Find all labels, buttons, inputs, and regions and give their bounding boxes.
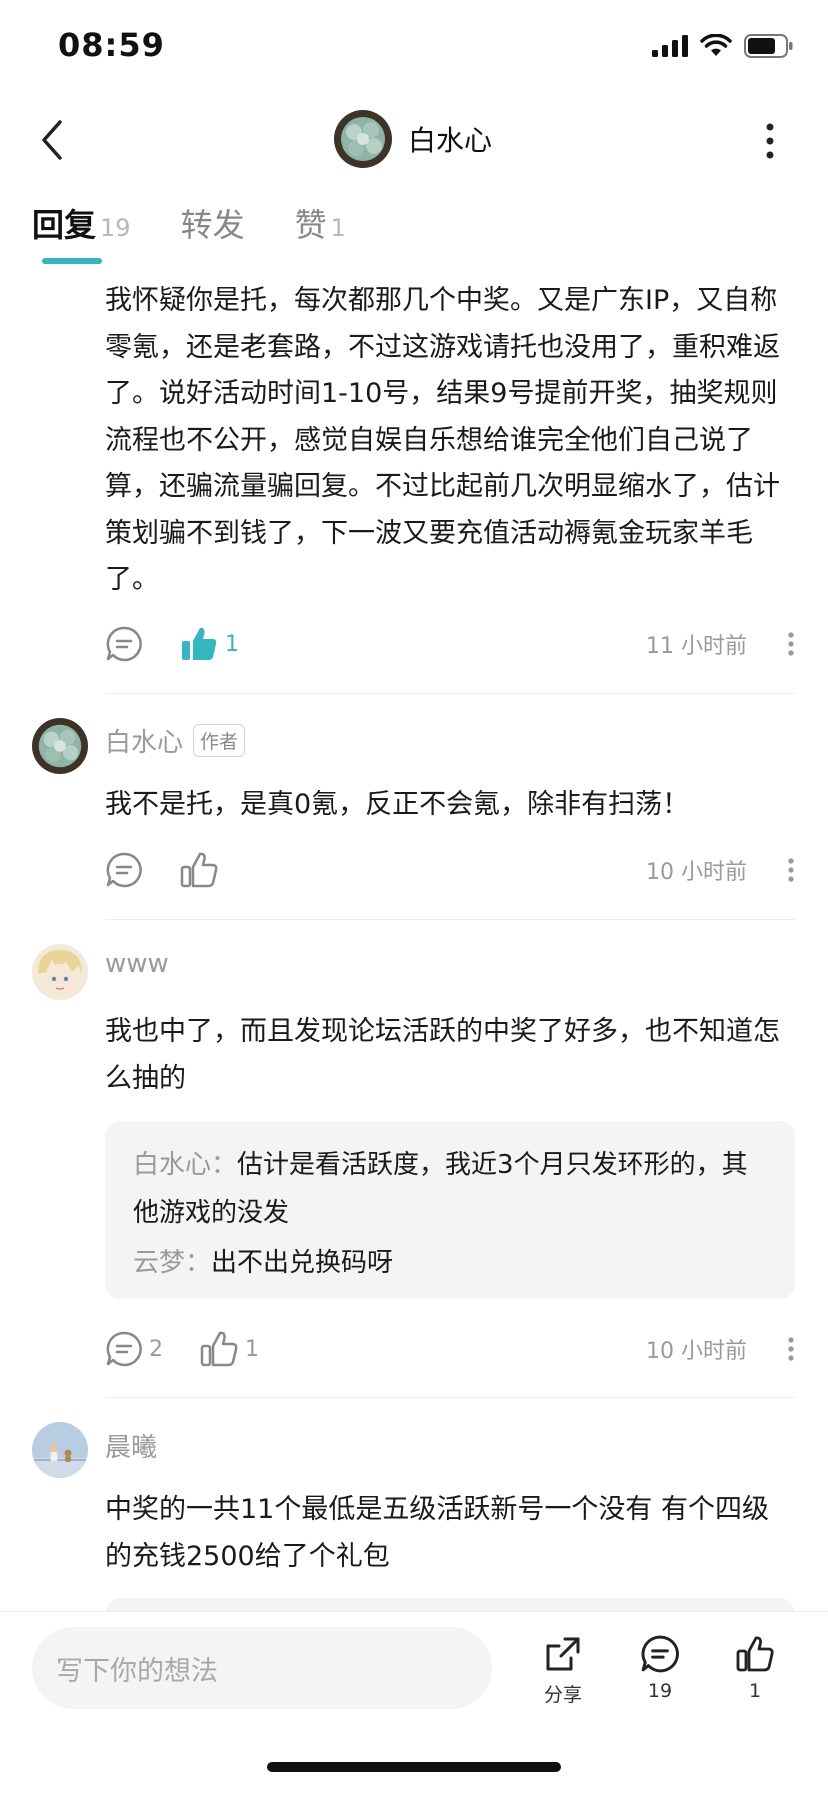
username[interactable]: 晨曦	[105, 1427, 157, 1464]
username[interactable]: 白水心	[105, 722, 183, 759]
reply-count: 2	[149, 1336, 163, 1362]
nested-reply[interactable]: 云梦：出不出兑换码呀	[133, 1239, 763, 1287]
header-author[interactable]: 白水心	[334, 110, 492, 168]
comment-time: 10 小时前	[646, 860, 747, 885]
battery-icon	[744, 34, 793, 58]
tab-likes[interactable]: 赞 1	[295, 200, 346, 246]
header-author-name: 白水心	[408, 124, 493, 157]
more-vertical-icon	[766, 123, 774, 159]
comment-text: 我怀疑你是托，每次都那几个中奖。又是广东IP，又自称零氪，还是老套路，不过这游戏…	[105, 285, 780, 595]
divider	[105, 693, 795, 694]
comment-input[interactable]: 写下你的想法	[32, 1627, 492, 1709]
like-count: 1	[748, 1680, 762, 1702]
share-icon	[546, 1637, 580, 1671]
username[interactable]: www	[105, 949, 169, 979]
thumbs-up-icon	[200, 1331, 238, 1367]
divider	[105, 919, 795, 920]
child-on-shore-avatar-image	[32, 1422, 88, 1478]
home-indicator	[267, 1762, 561, 1772]
comment-time: 10 小时前	[646, 1339, 747, 1364]
wifi-icon	[700, 34, 732, 56]
reply-text: 出不出兑换码呀	[211, 1248, 394, 1278]
like-button[interactable]: 1	[199, 1329, 259, 1369]
like-button[interactable]	[179, 850, 219, 890]
user-avatar[interactable]	[32, 944, 88, 1000]
author-badge: 作者	[193, 724, 246, 757]
comment-author: 晨曦	[105, 1427, 157, 1464]
comment-text: 我不是托，是真0氪，反正不会氪，除非有扫荡！	[105, 789, 690, 820]
comment-bubble-icon	[106, 852, 142, 888]
like-button[interactable]: 1	[179, 624, 239, 664]
like-count: 1	[245, 1336, 259, 1362]
reply-button[interactable]	[105, 625, 143, 663]
comment-time: 11 小时前	[646, 634, 747, 659]
tab-reposts-label: 转发	[180, 206, 245, 244]
more-vertical-icon[interactable]	[787, 1337, 795, 1361]
nested-reply[interactable]: 白水心：估计是看活跃度，我近3个月只发环形的，其他游戏的没发	[133, 1141, 763, 1237]
anime-character-avatar-image	[32, 944, 88, 1000]
tab-replies-count: 19	[100, 214, 131, 242]
more-options-button[interactable]	[764, 122, 776, 160]
status-time: 08:59	[58, 26, 165, 64]
thumbs-up-icon	[180, 852, 218, 888]
chevron-left-icon	[42, 120, 62, 160]
tab-replies-label: 回复	[32, 206, 97, 244]
share-label: 分享	[543, 1684, 582, 1706]
comment-author: www	[105, 949, 169, 979]
user-avatar[interactable]	[32, 1422, 88, 1478]
more-vertical-icon[interactable]	[787, 632, 795, 656]
tab-reposts[interactable]: 转发	[181, 200, 245, 246]
active-tab-indicator	[42, 258, 102, 264]
comment-count: 19	[647, 1680, 673, 1702]
reply-separator: ：	[211, 1150, 238, 1180]
divider	[105, 1397, 795, 1398]
status-icons	[652, 34, 794, 58]
reply-button[interactable]: 2	[105, 1330, 163, 1368]
comment-bubble-icon	[106, 1331, 142, 1367]
comment-input-placeholder: 写下你的想法	[56, 1655, 218, 1687]
comment-bubble-icon	[106, 626, 142, 662]
user-avatar[interactable]	[32, 718, 88, 774]
nested-replies-box[interactable]: 白水心：估计是看活跃度，我近3个月只发环形的，其他游戏的没发 云梦：出不出兑换码…	[105, 1121, 795, 1299]
tab-likes-count: 1	[330, 214, 346, 242]
reply-separator: ：	[185, 1248, 212, 1278]
succulent-avatar-image	[334, 110, 392, 168]
tab-replies[interactable]: 回复 19	[32, 200, 131, 246]
reply-author[interactable]: 云梦	[133, 1248, 185, 1278]
thumbs-up-filled-icon	[182, 627, 217, 660]
thumbs-up-icon	[736, 1636, 774, 1672]
reply-button[interactable]	[105, 851, 143, 889]
comment-actions: 10 小时前	[105, 848, 795, 892]
like-post-button[interactable]: 1	[720, 1634, 790, 1702]
comment-text: 我也中了，而且发现论坛活跃的中奖了好多，也不知道怎么抽的	[105, 1016, 780, 1094]
tab-likes-label: 赞	[294, 206, 327, 244]
cellular-signal-icon	[652, 35, 688, 57]
more-vertical-icon[interactable]	[787, 858, 795, 882]
comment-bubble-icon	[641, 1635, 679, 1673]
comment-actions: 1 11 小时前	[105, 622, 795, 666]
back-button[interactable]	[36, 118, 70, 162]
comment-text: 中奖的一共11个最低是五级活跃新号一个没有 有个四级的充钱2500给了个礼包	[105, 1494, 769, 1572]
reply-author[interactable]: 白水心	[133, 1150, 211, 1180]
comment-actions: 2 1 10 小时前	[105, 1327, 795, 1371]
tab-bar: 回复 19 转发 赞 1	[32, 200, 346, 246]
author-avatar[interactable]	[334, 110, 392, 168]
like-count: 1	[225, 631, 239, 657]
succulent-avatar-image	[32, 718, 88, 774]
comments-button[interactable]: 19	[625, 1634, 695, 1702]
share-button[interactable]: 分享	[528, 1634, 598, 1707]
comment-author: 白水心 作者	[105, 722, 246, 759]
